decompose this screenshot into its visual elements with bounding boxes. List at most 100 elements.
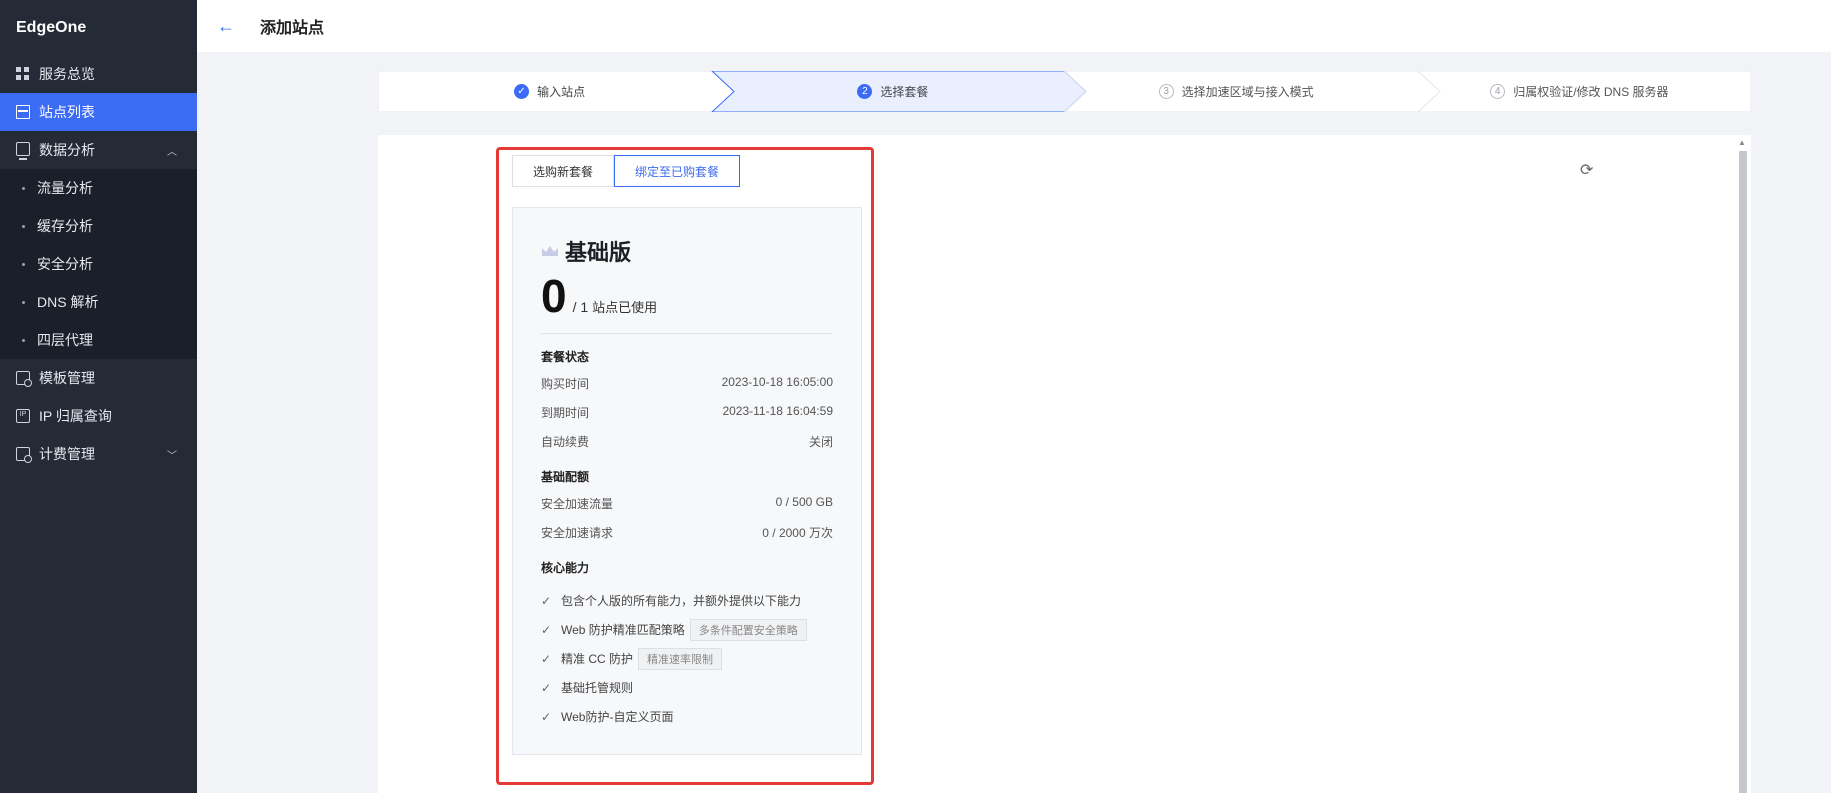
- info-row-purchase-time: 购买时间 2023-10-18 16:05:00: [541, 375, 833, 404]
- row-value: 2023-10-18 16:05:00: [721, 375, 833, 389]
- sidebar-subitem-l4-proxy[interactable]: 四层代理: [0, 321, 197, 359]
- sidebar-item-label: 站点列表: [39, 104, 95, 120]
- tab-bind-existing-plan[interactable]: 绑定至已购套餐: [614, 155, 741, 187]
- list-icon: [16, 105, 30, 119]
- bill-icon: [16, 447, 32, 463]
- chevron-down-icon: ﹀: [167, 450, 177, 462]
- sidebar-subitem-label: 流量分析: [37, 180, 93, 196]
- usage-text: 站点已使用: [592, 300, 658, 315]
- template-icon: [16, 371, 32, 387]
- capability-item: ✓ Web 防护精准匹配策略 多条件配置安全策略: [541, 615, 833, 644]
- sidebar-item-label: 模板管理: [39, 370, 95, 386]
- row-value: 2023-11-18 16:04:59: [722, 404, 833, 418]
- bullet-icon: [22, 186, 25, 190]
- capability-tag: 多条件配置安全策略: [689, 618, 807, 641]
- info-row-traffic-quota: 安全加速流量 0 / 500 GB: [541, 495, 833, 524]
- capability-text: Web 防护精准匹配策略: [561, 623, 685, 637]
- check-icon: ✓: [541, 622, 552, 637]
- brand-logo[interactable]: EdgeOne: [0, 0, 197, 55]
- capability-item: ✓ Web防护-自定义页面: [541, 702, 833, 731]
- sidebar-subitem-security[interactable]: 安全分析: [0, 245, 197, 283]
- step-1: ✓ 输入站点: [378, 71, 721, 112]
- capability-item: ✓ 精准 CC 防护 精准速率限制: [541, 644, 833, 673]
- row-value: 0 / 500 GB: [775, 495, 833, 509]
- step-number: 4: [1490, 84, 1506, 99]
- sidebar-item-templates[interactable]: 模板管理: [0, 359, 197, 397]
- page-header: ← 添加站点: [197, 0, 1831, 52]
- step-number: 3: [1158, 84, 1174, 99]
- bullet-icon: [22, 224, 25, 228]
- scroll-up-icon[interactable]: ▲: [1738, 138, 1746, 147]
- step-label: 选择加速区域与接入模式: [1181, 85, 1314, 99]
- plan-name: 基础版: [565, 240, 632, 265]
- check-icon: ✓: [541, 593, 552, 608]
- step-label: 选择套餐: [880, 85, 929, 99]
- section-title-quota: 基础配额: [541, 470, 590, 484]
- step-4: 4 归属权验证/修改 DNS 服务器: [1408, 71, 1751, 112]
- plan-title: 基础版: [541, 235, 833, 267]
- step-number: 2: [857, 84, 873, 99]
- row-value: 0 / 2000 万次: [762, 526, 833, 540]
- total-count: / 1: [572, 299, 589, 315]
- info-row-expire-time: 到期时间 2023-11-18 16:04:59: [541, 404, 833, 433]
- plan-tabs: 选购新套餐 绑定至已购套餐: [512, 155, 741, 187]
- bullet-icon: [22, 300, 25, 304]
- sidebar-item-label: IP 归属查询: [39, 408, 112, 424]
- sidebar-subitem-label: 缓存分析: [37, 218, 93, 234]
- sidebar-item-overview[interactable]: 服务总览: [0, 55, 197, 93]
- used-count: 0: [541, 270, 567, 322]
- row-label: 到期时间: [541, 406, 590, 420]
- capability-text: Web防护-自定义页面: [561, 710, 674, 724]
- info-row-auto-renew: 自动续费 关闭: [541, 433, 833, 462]
- bullet-icon: [22, 262, 25, 266]
- sidebar-item-data-analysis[interactable]: 数据分析 ︿: [0, 131, 197, 169]
- capability-tag: 精准速率限制: [638, 647, 723, 670]
- step-2: 2 选择套餐: [721, 71, 1064, 112]
- row-value: 关闭: [808, 435, 833, 449]
- sidebar-item-site-list[interactable]: 站点列表: [0, 93, 197, 131]
- scrollbar[interactable]: ▲: [1737, 138, 1748, 793]
- grid-icon: [16, 67, 30, 81]
- sidebar-subitem-label: 四层代理: [37, 332, 93, 348]
- tab-buy-new-plan[interactable]: 选购新套餐: [512, 155, 615, 187]
- sidebar-subitem-label: 安全分析: [37, 256, 93, 272]
- check-circle-icon: ✓: [514, 84, 530, 99]
- info-row-request-quota: 安全加速请求 0 / 2000 万次: [541, 524, 833, 553]
- capability-item: ✓ 包含个人版的所有能力，并额外提供以下能力: [541, 586, 833, 615]
- crown-icon: [542, 246, 558, 256]
- chevron-up-icon: ︿: [167, 146, 177, 158]
- step-label: 输入站点: [537, 85, 586, 99]
- sidebar-subitem-traffic[interactable]: 流量分析: [0, 169, 197, 207]
- arrow-left-icon[interactable]: ←: [217, 16, 241, 37]
- capability-text: 包含个人版的所有能力，并额外提供以下能力: [561, 594, 802, 608]
- sidebar-item-label: 数据分析: [39, 142, 95, 158]
- sidebar-item-billing[interactable]: 计费管理 ﹀: [0, 435, 197, 473]
- row-label: 购买时间: [541, 377, 590, 391]
- sidebar-item-label: 计费管理: [39, 446, 95, 462]
- section-title-capabilities: 核心能力: [541, 561, 590, 575]
- step-3: 3 选择加速区域与接入模式: [1065, 71, 1408, 112]
- sidebar-item-ip-lookup[interactable]: IP IP 归属查询: [0, 397, 197, 435]
- sidebar-item-label: 服务总览: [39, 66, 95, 82]
- sidebar-subitem-cache[interactable]: 缓存分析: [0, 207, 197, 245]
- monitor-icon: [16, 141, 30, 160]
- refresh-icon[interactable]: ⟳: [1580, 160, 1593, 180]
- plan-usage: 0 / 1 站点已使用: [541, 273, 833, 319]
- sidebar-subitem-dns[interactable]: DNS 解析: [0, 283, 197, 321]
- steps-bar: ✓ 输入站点 2 选择套餐 3 选择加速区域与接入模式 4 归属权验证/修改 D…: [378, 71, 1751, 112]
- ip-icon: IP: [16, 409, 30, 423]
- check-icon: ✓: [541, 680, 552, 695]
- plan-card[interactable]: 基础版 0 / 1 站点已使用 套餐状态 购买时间 2023-10-18 16:0…: [512, 207, 862, 755]
- check-icon: ✓: [541, 651, 552, 666]
- capability-text: 精准 CC 防护: [561, 652, 634, 666]
- sidebar-subitem-label: DNS 解析: [37, 294, 99, 310]
- step-label: 归属权验证/修改 DNS 服务器: [1513, 85, 1669, 99]
- page-title: 添加站点: [260, 20, 325, 37]
- check-icon: ✓: [541, 709, 552, 724]
- divider: [541, 333, 833, 334]
- capability-item: ✓ 基础托管规则: [541, 673, 833, 702]
- scroll-thumb[interactable]: [1739, 151, 1747, 793]
- bullet-icon: [22, 338, 25, 342]
- capability-text: 基础托管规则: [561, 681, 634, 695]
- row-label: 安全加速流量: [541, 497, 614, 511]
